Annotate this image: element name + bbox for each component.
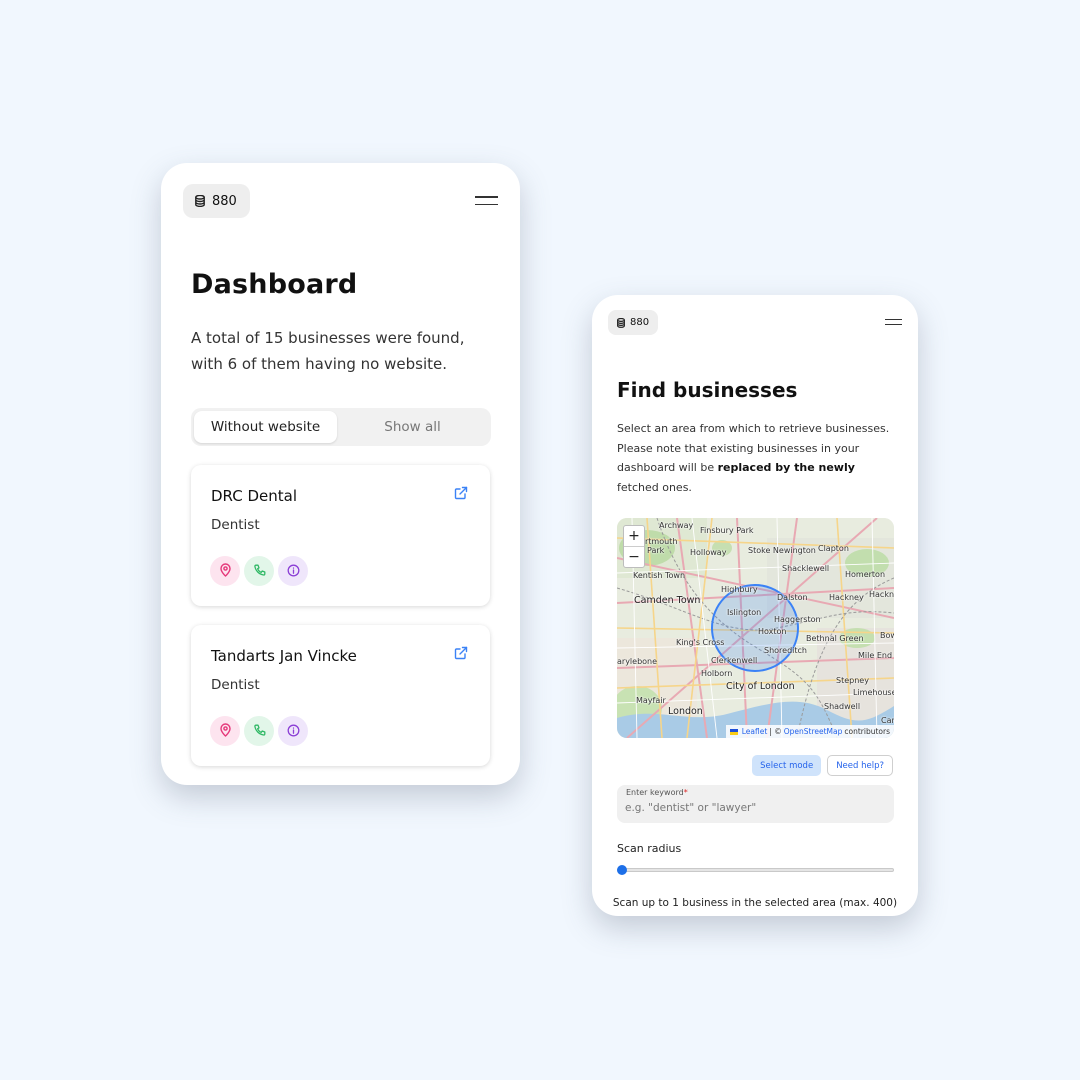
business-card[interactable]: DRC Dental Dentist [191, 465, 490, 606]
slider-track [617, 868, 894, 872]
filter-toggle: Without website Show all [191, 408, 491, 446]
map-label: arylebone [617, 657, 658, 666]
map-label: Homerton [845, 570, 886, 579]
zoom-out-button[interactable]: − [624, 547, 644, 567]
map-label: Stepney [836, 676, 869, 685]
attribution-separator: | © [769, 727, 782, 736]
map-label: City of London [726, 681, 795, 692]
business-category: Dentist [211, 517, 260, 533]
map-label: Islington [727, 608, 762, 617]
location-button[interactable] [210, 716, 240, 746]
map-pin-icon [219, 722, 232, 741]
info-icon [287, 722, 300, 741]
phone-icon [253, 562, 266, 581]
ukraine-flag-icon [729, 728, 738, 735]
slider-thumb[interactable] [617, 865, 627, 875]
attribution-contributors: contributors [844, 727, 890, 736]
map-label: Holborn [701, 669, 733, 678]
description-emphasis: replaced by the newly [717, 461, 855, 474]
map-label: Clapton [818, 544, 849, 553]
tab-without-website[interactable]: Without website [194, 411, 337, 443]
scan-radius-label: Scan radius [617, 842, 682, 855]
info-icon [287, 562, 300, 581]
credits-badge[interactable]: 880 [183, 184, 250, 218]
map-attribution: Leaflet | © OpenStreetMap contributors [725, 725, 894, 738]
map-label: Can [881, 716, 894, 725]
map-label: Archway [659, 521, 694, 530]
map-label: Hoxton [758, 627, 787, 636]
need-help-button[interactable]: Need help? [827, 755, 893, 776]
map-label: Shacklewell [782, 564, 830, 573]
database-icon [195, 195, 205, 207]
map-label: Shoreditch [764, 646, 807, 655]
business-actions [210, 716, 308, 746]
location-button[interactable] [210, 556, 240, 586]
map-label: Finsbury Park [700, 526, 754, 535]
tab-show-all[interactable]: Show all [337, 411, 488, 443]
business-actions [210, 556, 308, 586]
keyword-label: Enter keyword* [626, 788, 688, 797]
map-zoom-control: + − [623, 525, 645, 568]
database-icon [617, 317, 625, 328]
hamburger-menu-icon[interactable] [475, 196, 498, 205]
map-label: King's Cross [676, 638, 725, 647]
osm-link[interactable]: OpenStreetMap [784, 727, 843, 736]
phone-button[interactable] [244, 556, 274, 586]
map-actions: Select mode Need help? [752, 755, 893, 776]
map-label: Mayfair [636, 696, 666, 705]
business-category: Dentist [211, 677, 260, 693]
dashboard-screen: 880 Dashboard A total of 15 businesses w… [161, 163, 520, 785]
description-text: Select an area from which to retrieve bu… [617, 422, 890, 494]
map-label: Dalston [777, 593, 808, 602]
map-label: London [668, 706, 703, 717]
scan-note: Scan up to 1 business in the selected ar… [612, 897, 898, 909]
map-label: Stoke Newington [748, 546, 816, 555]
business-name: DRC Dental [211, 487, 297, 505]
info-button[interactable] [278, 716, 308, 746]
business-card[interactable]: Tandarts Jan Vincke Dentist [191, 625, 490, 766]
map-label: Park [647, 546, 665, 555]
info-button[interactable] [278, 556, 308, 586]
credits-count: 880 [212, 193, 237, 209]
page-title: Dashboard [191, 269, 358, 300]
map-label: Hackney [829, 593, 864, 602]
map-label: Camden Town [634, 595, 701, 606]
map-label: Kentish Town [633, 571, 686, 580]
map-label: Shadwell [824, 702, 861, 711]
business-name: Tandarts Jan Vincke [211, 647, 357, 665]
phone-button[interactable] [244, 716, 274, 746]
credits-count: 880 [630, 317, 650, 328]
select-mode-button[interactable]: Select mode [752, 755, 822, 776]
keyword-field: Enter keyword* [617, 785, 894, 823]
map-label: rtmouth [645, 537, 678, 546]
map-label: Limehouse [853, 688, 894, 697]
map-label: Mile End [858, 651, 893, 660]
map-label: Clerkenwell [711, 656, 758, 665]
summary-text: A total of 15 businesses were found, wit… [191, 329, 465, 373]
credits-badge[interactable]: 880 [608, 310, 658, 335]
scan-radius-slider[interactable] [617, 865, 894, 875]
page-title: Find businesses [617, 378, 798, 402]
keyword-input[interactable] [625, 802, 885, 814]
map-label: Holloway [690, 548, 727, 557]
map-label: Hackne [869, 590, 894, 599]
external-link-icon[interactable] [454, 485, 468, 504]
map-label: Highbury [721, 585, 758, 594]
leaflet-link[interactable]: Leaflet [742, 727, 768, 736]
find-businesses-screen: 880 Find businesses Select an area from … [592, 295, 918, 916]
area-map[interactable]: Archway Finsbury Park rtmouth Park Hollo… [617, 518, 894, 738]
external-link-icon[interactable] [454, 645, 468, 664]
zoom-in-button[interactable]: + [624, 526, 644, 547]
map-label: Bow [880, 631, 894, 640]
map-label: Bethnal Green [806, 634, 864, 643]
hamburger-menu-icon[interactable] [885, 319, 902, 325]
map-label: Haggerston [774, 615, 821, 624]
phone-icon [253, 722, 266, 741]
map-pin-icon [219, 562, 232, 581]
